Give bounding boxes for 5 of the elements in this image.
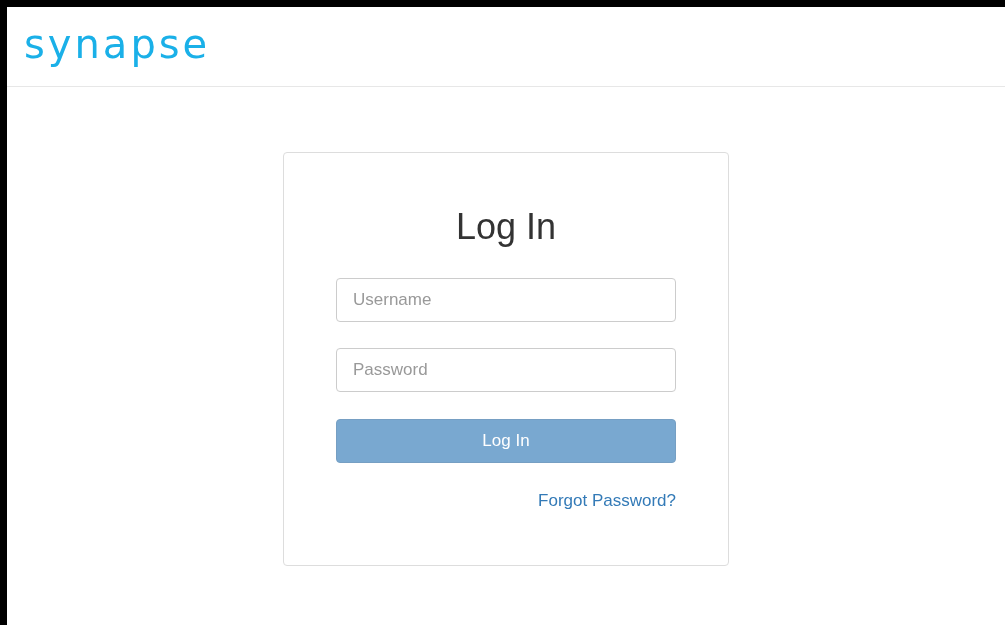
login-title: Log In xyxy=(455,205,557,249)
logo-text[interactable]: synapse xyxy=(24,23,211,70)
input-field[interactable]: Password xyxy=(336,348,676,392)
forgot-password-link[interactable]: Forgot Password? xyxy=(538,491,676,511)
input-field[interactable]: Username xyxy=(336,278,676,322)
